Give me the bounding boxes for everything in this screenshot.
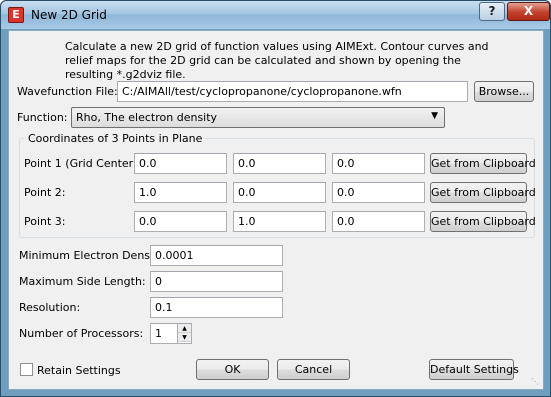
app-icon: E [8,7,24,23]
resize-grip-icon[interactable]: ⋱ [531,377,541,387]
spin-up-icon[interactable]: ▲ [178,324,191,333]
chevron-down-icon: ▼ [431,111,438,121]
processors-label: Number of Processors: [19,327,144,340]
resolution-input[interactable]: 0.1 [150,297,283,318]
processors-value: 1 [155,327,162,340]
help-button[interactable]: ? [479,2,505,21]
min-density-input[interactable]: 0.0001 [150,245,283,266]
point-2-clipboard-button[interactable]: Get from Clipboard [430,182,536,203]
function-select[interactable]: Rho, The electron density ▼ [71,107,445,128]
point-2-z-input[interactable]: 0.0 [332,182,425,203]
close-button[interactable]: X [507,2,550,21]
resolution-label: Resolution: [19,301,81,314]
point-3-y-input[interactable]: 1.0 [233,211,326,232]
min-density-label: Minimum Electron Density: [19,249,167,262]
point-3-clipboard-button[interactable]: Get from Clipboard [430,211,536,232]
max-side-length-input[interactable]: 0 [150,271,283,292]
point-1-x-input[interactable]: 0.0 [134,153,227,174]
dialog-window: E New 2D Grid ? X Calculate a new 2D gri… [0,0,551,397]
point-3-z-input[interactable]: 0.0 [332,211,425,232]
wavefunction-file-input[interactable]: C:/AIMAll/test/cyclopropanone/cyclopropa… [117,81,468,102]
retain-settings-label: Retain Settings [37,364,121,377]
function-selected-value: Rho, The electron density [76,111,218,124]
function-label: Function: [17,111,68,124]
dialog-body: Calculate a new 2D grid of function valu… [8,30,544,390]
point-1-clipboard-button[interactable]: Get from Clipboard [430,153,536,174]
default-settings-button[interactable]: Default Settings [429,359,519,380]
title-bar[interactable]: E New 2D Grid ? X [1,1,550,29]
point-2-label: Point 2: [24,186,66,199]
spin-down-icon[interactable]: ▼ [178,333,191,342]
point-3-label: Point 3: [24,215,66,228]
wavefunction-label: Wavefunction File: [17,85,118,98]
point-1-label: Point 1 (Grid Center): [24,157,142,170]
coordinates-group-title: Coordinates of 3 Points in Plane [25,132,206,145]
point-1-z-input[interactable]: 0.0 [332,153,425,174]
description-text: Calculate a new 2D grid of function valu… [65,40,489,81]
point-2-y-input[interactable]: 0.0 [233,182,326,203]
window-title: New 2D Grid [31,8,107,22]
processors-spinner[interactable]: ▲ ▼ [177,324,191,343]
point-2-x-input[interactable]: 1.0 [134,182,227,203]
point-1-y-input[interactable]: 0.0 [233,153,326,174]
processors-spinbox[interactable]: 1 ▲ ▼ [150,323,192,344]
ok-button[interactable]: OK [196,359,269,380]
retain-settings-checkbox[interactable] [20,363,33,376]
max-side-length-label: Maximum Side Length: [19,275,146,288]
browse-button[interactable]: Browse... [474,81,534,102]
cancel-button[interactable]: Cancel [277,359,350,380]
point-3-x-input[interactable]: 0.0 [134,211,227,232]
